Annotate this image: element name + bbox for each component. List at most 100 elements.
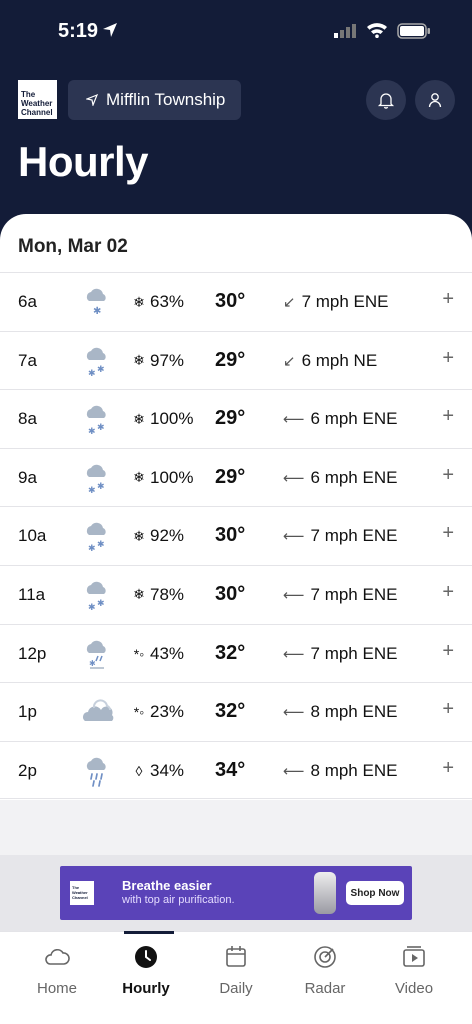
profile-button[interactable] (415, 80, 455, 120)
wind-direction-icon: ⟵ (283, 469, 305, 487)
hour-temperature: 30° (215, 582, 246, 605)
cloudy-icon (83, 699, 114, 722)
hour-temperature: 29° (215, 465, 246, 488)
ad-subline: with top air purification. (122, 894, 235, 906)
precip-chance: *◦ 43% (132, 644, 184, 664)
status-time: 5:19 (58, 20, 99, 42)
hour-temperature: 32° (215, 700, 246, 723)
clock-icon (135, 946, 157, 968)
wind-value: 7 mph ENE (301, 292, 389, 311)
hour-row[interactable]: 12p ✱ *◦ 43% 32° ⟵ 7 mph ENE + (0, 623, 472, 683)
hour-time: 12p (18, 643, 47, 663)
wind-value: 7 mph ENE (310, 584, 398, 604)
wind-info: ⟵ 6 mph ENE (283, 409, 397, 429)
wind-value: 7 mph ENE (310, 526, 398, 546)
wind-direction-icon: ↙ (283, 352, 296, 370)
wind-direction-icon: ⟵ (283, 645, 305, 663)
expand-row-button[interactable]: + (442, 698, 454, 721)
svg-text:✱: ✱ (88, 485, 96, 495)
expand-row-button[interactable]: + (442, 522, 454, 545)
location-selector[interactable]: Mifflin Township (68, 80, 241, 120)
cellular-signal-icon (334, 24, 356, 38)
hour-row[interactable]: 6a ✱ ❄ 63% 30° ↙ 7 mph ENE + (0, 272, 472, 331)
expand-row-button[interactable]: + (442, 347, 454, 370)
tab-label: Home (36, 980, 77, 997)
precip-value: 100% (150, 467, 194, 487)
expand-row-button[interactable]: + (442, 757, 454, 780)
expand-row-button[interactable]: + (442, 405, 454, 428)
tab-daily[interactable]: Daily (191, 932, 281, 1024)
svg-text:✱: ✱ (97, 422, 105, 432)
wind-value: 8 mph ENE (310, 760, 398, 780)
svg-text:✱: ✱ (89, 659, 96, 668)
hour-row[interactable]: 9a ✱ ✱ ❄ 100% 29° ⟵ 6 mph ENE + (0, 447, 472, 507)
tab-label: Video (394, 980, 434, 997)
precip-chance: ◊ 34% (132, 761, 185, 781)
shop-now-button[interactable]: Shop Now (346, 881, 404, 905)
wind-direction-icon: ⟵ (283, 411, 305, 429)
ad-headline: Breathe easier (122, 878, 212, 893)
svg-text:✱: ✱ (88, 426, 96, 436)
wind-info: ↙ 6 mph NE (283, 351, 377, 371)
precip-chance: ❄ 63% (132, 292, 184, 312)
ad-banner[interactable]: The Weather Channel Breathe easier with … (60, 866, 412, 920)
snow-icon: ✱ ✱ (86, 405, 106, 436)
svg-text:✱: ✱ (88, 368, 96, 378)
wind-info: ⟵ 7 mph ENE (283, 585, 397, 605)
hour-row[interactable]: 10a ✱ ✱ ❄ 92% 30° ⟵ 7 mph ENE + (0, 506, 472, 565)
radar-icon (314, 946, 336, 968)
expand-row-button[interactable]: + (442, 288, 454, 311)
precip-value: 43% (150, 643, 185, 663)
wind-info: ⟵ 8 mph ENE (283, 702, 397, 722)
bell-icon (377, 93, 395, 109)
svg-text:✱: ✱ (88, 543, 96, 553)
precip-type-icon: ❄ (133, 469, 145, 486)
air-purifier-image (314, 872, 336, 914)
hour-time: 11a (18, 584, 46, 604)
tab-video[interactable]: Video (369, 932, 459, 1024)
wind-direction-icon: ⟵ (283, 762, 305, 780)
tab-label: Hourly (122, 980, 170, 997)
expand-row-button[interactable]: + (442, 464, 454, 487)
calendar-icon (226, 946, 246, 967)
tab-home[interactable]: Home (12, 932, 102, 1024)
tab-hourly[interactable]: Hourly (101, 931, 191, 1024)
wind-value: 6 mph ENE (310, 409, 398, 429)
svg-text:✱: ✱ (93, 306, 101, 317)
status-bar: 5:19 (0, 18, 472, 48)
wind-info: ⟵ 7 mph ENE (283, 644, 397, 664)
ad-banner-area: The Weather Channel Breathe easier with … (0, 855, 472, 931)
precip-type-icon: ❄ (133, 527, 145, 544)
hour-time: 6a (18, 292, 37, 311)
wind-value: 6 mph NE (301, 350, 378, 370)
notifications-button[interactable] (366, 80, 406, 120)
expand-row-button[interactable]: + (442, 581, 454, 604)
tab-radar[interactable]: Radar (280, 932, 370, 1024)
snow-icon: ✱ ✱ (86, 581, 106, 612)
wind-direction-icon: ⟵ (283, 704, 305, 722)
hour-row[interactable]: 2p ◊ 34% 34° ⟵ 8 mph ENE + (0, 740, 472, 800)
wind-value: 6 mph ENE (310, 467, 398, 487)
precip-value: 63% (150, 292, 185, 311)
page-title: Hourly (18, 138, 149, 185)
wind-value: 7 mph ENE (310, 643, 398, 663)
hour-row[interactable]: 8a ✱ ✱ ❄ 100% 29° ⟵ 6 mph ENE + (0, 389, 472, 448)
svg-text:✱: ✱ (97, 481, 105, 491)
wind-direction-icon: ↙ (283, 294, 296, 311)
expand-row-button[interactable]: + (442, 640, 454, 663)
weather-channel-logo[interactable]: The Weather Channel (18, 80, 57, 119)
precip-type-icon: ❄ (133, 586, 145, 603)
precip-type-icon: *◦ (133, 704, 145, 721)
svg-text:✱: ✱ (97, 598, 105, 608)
hour-row[interactable]: 7a ✱ ✱ ❄ 97% 29° ↙ 6 mph NE + (0, 330, 472, 390)
hour-temperature: 30° (215, 524, 246, 547)
hour-temperature: 29° (215, 348, 246, 371)
wintry-mix-icon: ✱ (86, 640, 106, 669)
hourly-list: 6a ✱ ❄ 63% 30° ↙ 7 mph ENE +7a ✱ ✱ ❄ 97% 29° ↙ 6 mph N… (0, 272, 472, 800)
hour-row[interactable]: 1p *◦ 23% 32° ⟵ 8 mph ENE + (0, 682, 472, 741)
wind-info: ↙ 7 mph ENE (283, 292, 389, 312)
svg-text:✱: ✱ (88, 602, 96, 612)
wifi-icon (367, 23, 387, 38)
tab-label: Daily (219, 980, 253, 997)
hour-row[interactable]: 11a ✱ ✱ ❄ 78% 30° ⟵ 7 mph ENE + (0, 564, 472, 624)
